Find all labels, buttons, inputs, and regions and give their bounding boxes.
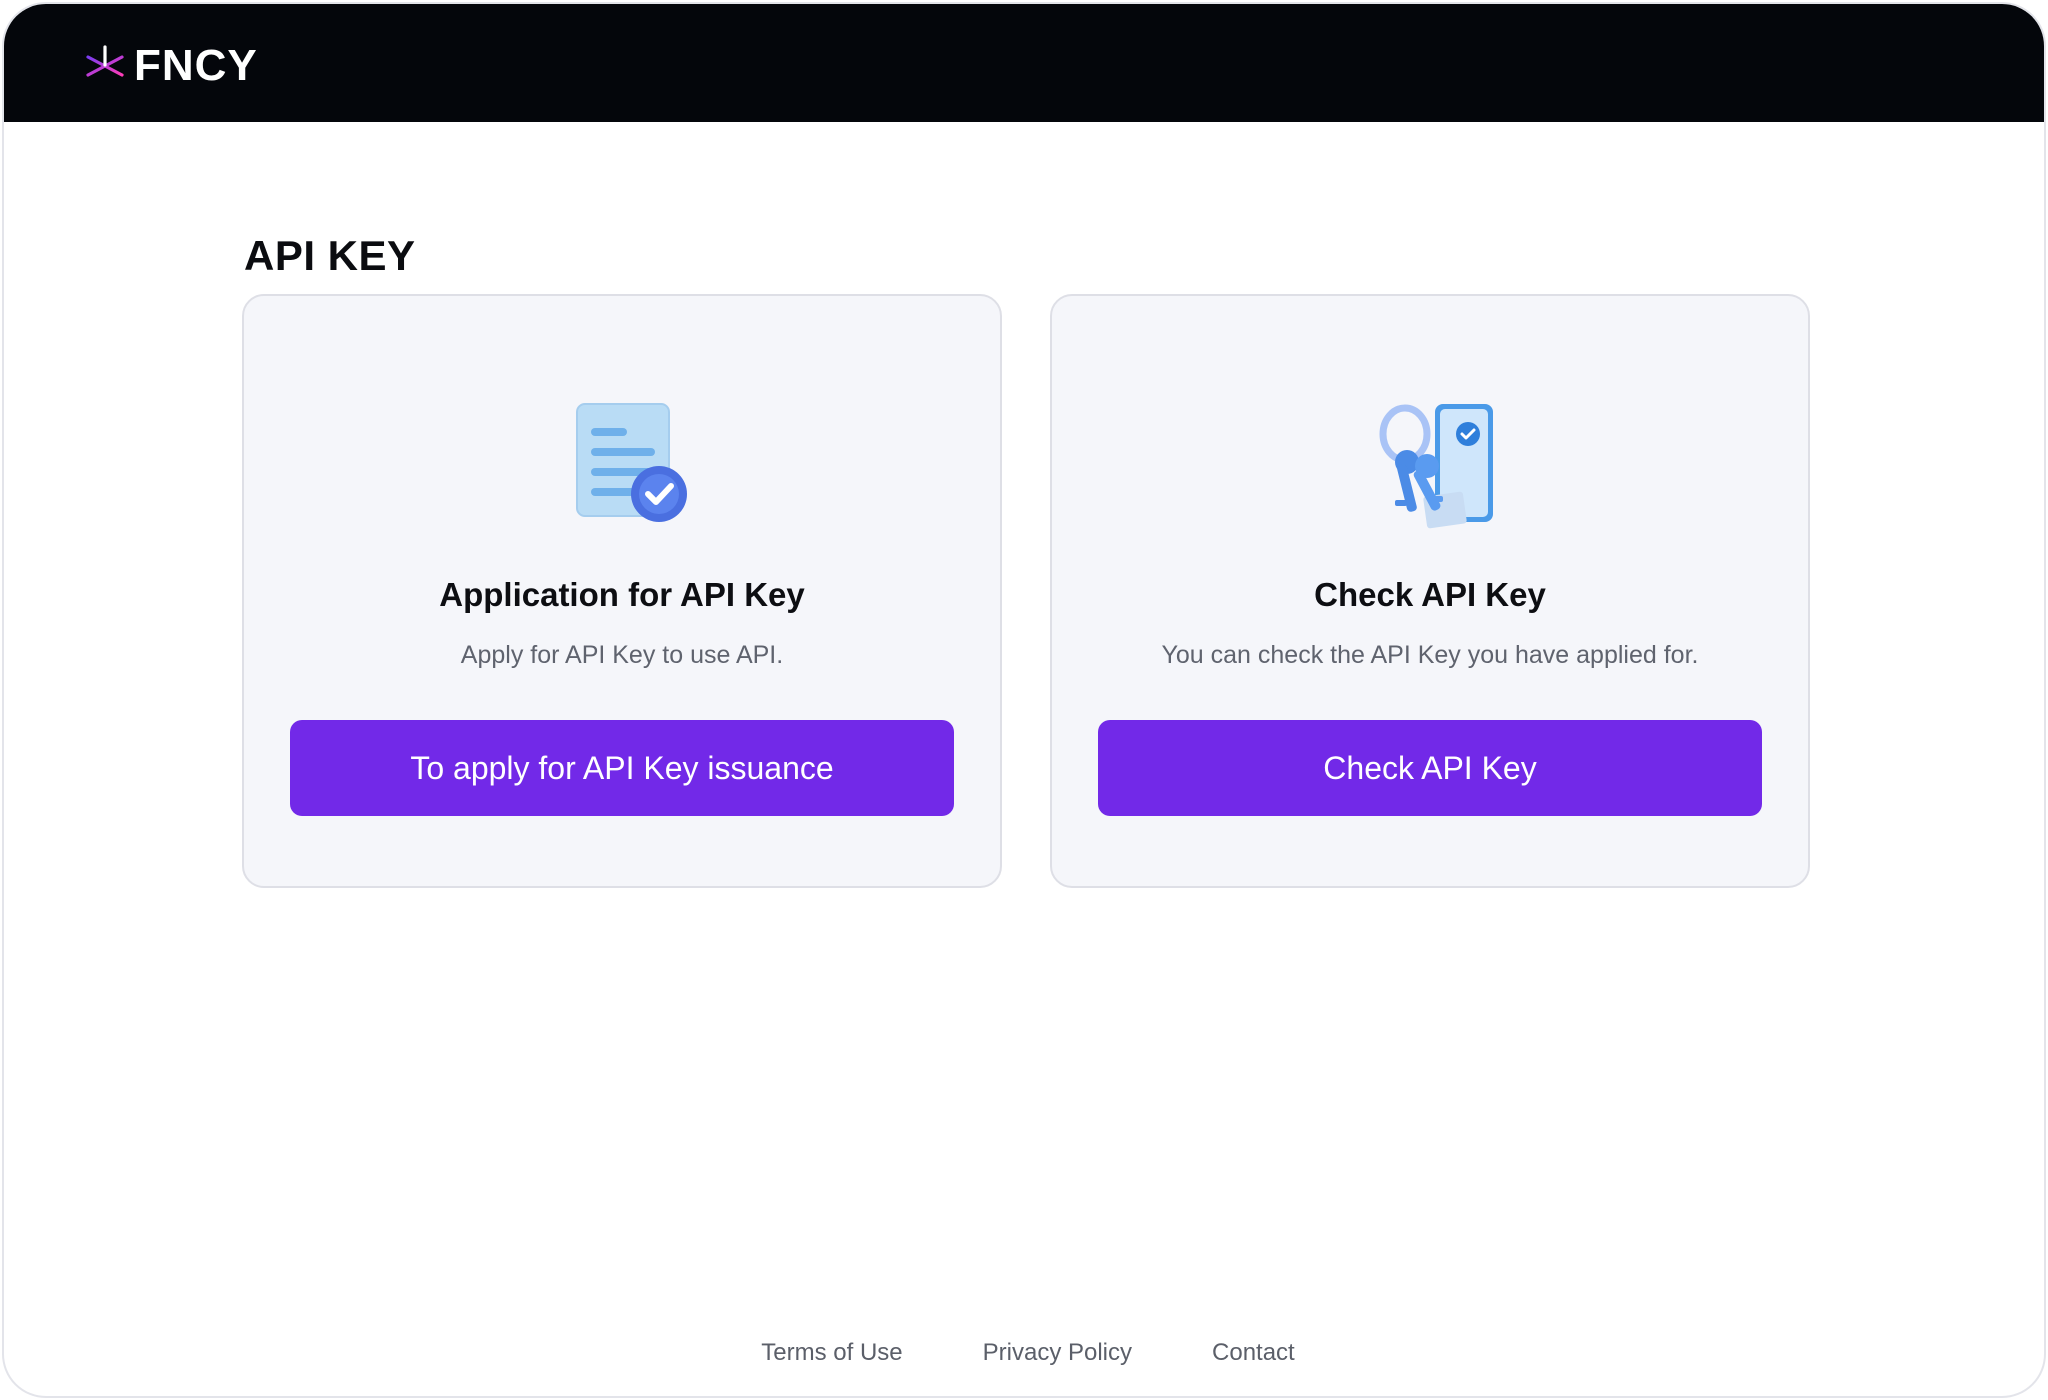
document-check-icon [576, 403, 687, 522]
page-title: API KEY [244, 232, 416, 279]
apply-api-key-button[interactable]: To apply for API Key issuance [290, 720, 954, 816]
fncy-asterisk-logo-icon [86, 45, 124, 87]
check-api-key-card: Check API Key You can check the API Key … [1050, 294, 1810, 888]
check-api-key-button[interactable]: Check API Key [1098, 720, 1762, 816]
card-description: Apply for API Key to use API. [460, 641, 784, 669]
brand-logo[interactable]: FNCY [82, 44, 258, 88]
top-nav-bar: FNCY [4, 4, 2044, 122]
card-title: Check API Key [1314, 576, 1546, 613]
footer-links: Terms of Use Privacy Policy Contact [4, 1339, 2044, 1367]
keys-phone-icon [1379, 404, 1493, 529]
privacy-policy-link[interactable]: Privacy Policy [983, 1339, 1132, 1367]
terms-of-use-link[interactable]: Terms of Use [761, 1339, 902, 1367]
brand-name: FNCY [134, 41, 258, 90]
apply-api-key-card: Application for API Key Apply for API Ke… [242, 294, 1002, 888]
app-window: FNCY API KEY Application for API Key App… [2, 2, 2046, 1398]
contact-link[interactable]: Contact [1212, 1339, 1295, 1367]
card-title: Application for API Key [439, 576, 805, 613]
card-description: You can check the API Key you have appli… [1161, 641, 1699, 669]
